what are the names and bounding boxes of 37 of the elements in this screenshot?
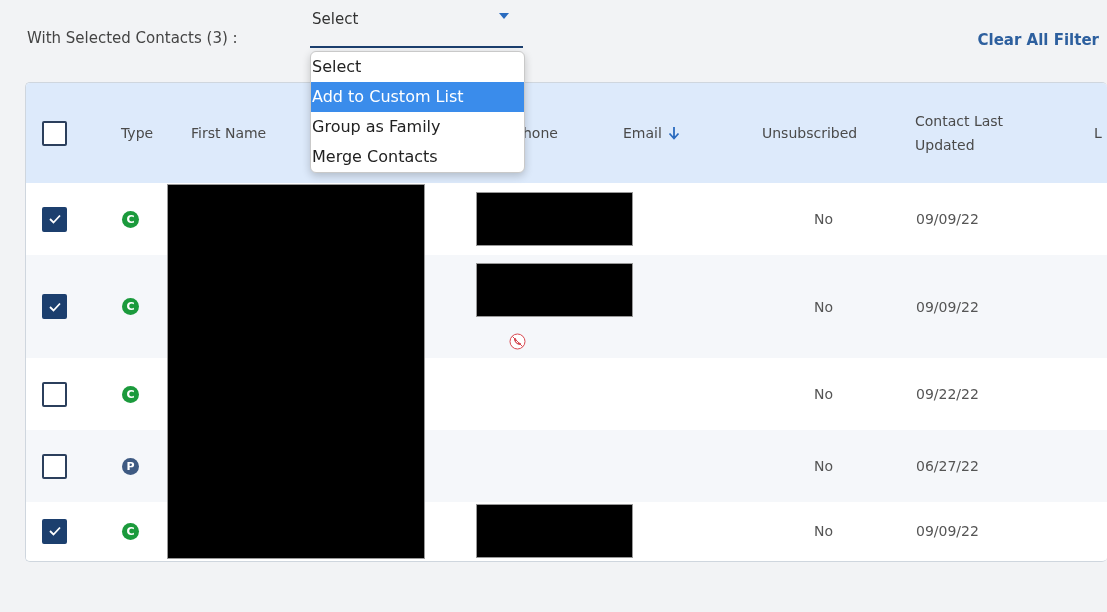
checkbox[interactable] [42,453,67,479]
dropdown-option[interactable]: Merge Contacts [311,142,524,172]
column-header[interactable]: Unsubscribed [747,125,900,141]
dropdown-option[interactable]: Group as Family [311,112,524,142]
check-icon [47,525,62,537]
type-badge: C [122,210,139,228]
table-cell: No [813,523,833,539]
column-header[interactable]: Contact Last Updated [900,109,1079,157]
dropdown-option[interactable]: Select [311,52,524,82]
checkbox[interactable] [42,518,67,544]
table-cell: No [813,298,833,315]
check-icon [47,213,62,225]
checkbox[interactable] [42,294,67,319]
table-cell: No [813,386,833,402]
table-cell: No [813,211,833,227]
table-cell: 09/22/22 [916,386,979,402]
column-header[interactable]: First Name [176,125,301,141]
selection-label: With Selected Contacts (3) : [27,29,239,47]
column-header[interactable]: Email [608,125,747,141]
table-cell: 09/09/22 [916,523,979,539]
checkbox[interactable] [42,381,67,407]
table-cell: 06/27/22 [916,458,979,474]
action-dropdown[interactable]: Select [310,8,523,48]
caret-icon [499,13,509,19]
table-cell: 09/09/22 [916,211,979,227]
column-header[interactable]: Type [106,125,176,141]
check-icon [47,300,62,313]
table-cell: No [813,458,833,474]
type-badge: C [122,298,139,315]
checkbox[interactable] [42,120,67,146]
checkbox[interactable] [42,206,67,232]
table-cell: 09/09/22 [916,298,979,315]
column-header[interactable]: L [1079,125,1107,141]
clear-filters-link[interactable]: Clear All Filter [977,31,1099,49]
type-badge: C [122,385,139,403]
type-badge: C [122,522,139,540]
type-badge: P [122,457,139,475]
